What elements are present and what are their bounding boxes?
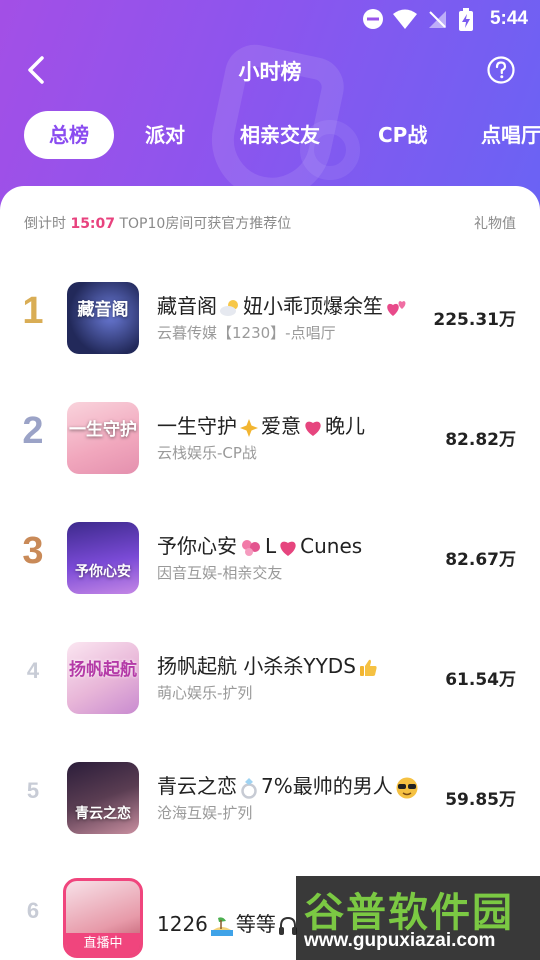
wifi-icon bbox=[393, 9, 417, 29]
cover-title: 藏音阁 bbox=[77, 300, 129, 320]
rank-number: 1 bbox=[22, 290, 44, 332]
gift-value: 61.54万 bbox=[445, 670, 516, 690]
cover-title: 青云之恋 bbox=[75, 806, 131, 822]
flower-petals-icon bbox=[242, 539, 260, 556]
rank-number: 6 bbox=[26, 898, 40, 923]
countdown-label: 倒计时 bbox=[24, 216, 66, 232]
site-watermark: 谷普软件园 www.gupuxiazai.com bbox=[296, 876, 540, 960]
two-hearts-icon bbox=[387, 300, 406, 316]
room-subtitle: 云栈娱乐-CP战 bbox=[157, 444, 257, 462]
ranking-row[interactable]: 4 扬帆起航 扬帆起航 小杀杀YYDS 萌心娱乐-扩列 61.54万 bbox=[0, 620, 540, 740]
room-subtitle: 因音互娱-相亲交友 bbox=[157, 564, 283, 582]
do-not-disturb-icon bbox=[363, 9, 383, 29]
headphones-icon bbox=[278, 916, 297, 935]
heart-icon bbox=[280, 541, 296, 556]
no-signal-icon bbox=[429, 11, 446, 28]
help-icon[interactable] bbox=[486, 55, 516, 85]
ranking-row[interactable]: 1 藏音阁 藏音阁 妞小乖顶爆余笙 云暮传媒【1230】-点唱厅 225.31万 bbox=[0, 260, 540, 380]
battery-charging-icon bbox=[459, 8, 473, 31]
room-subtitle: 萌心娱乐-扩列 bbox=[157, 684, 253, 702]
room-cover: 藏音阁 bbox=[67, 282, 139, 354]
watermark-url: www.gupuxiazai.com bbox=[304, 930, 496, 951]
room-name: 藏音阁 妞小乖顶爆余笙 bbox=[157, 290, 411, 319]
gift-value: 225.31万 bbox=[433, 310, 516, 330]
sun-cloud-icon bbox=[220, 299, 238, 316]
ranking-row[interactable]: 3 予你心安 予你心安 L Cunes 因音互娱-相亲交友 82.67万 bbox=[0, 500, 540, 620]
cover-title: 予你心安 bbox=[75, 564, 131, 580]
cool-sunglasses-icon bbox=[396, 777, 418, 798]
sparkle-icon bbox=[240, 418, 258, 437]
category-tabs: 总榜 派对 相亲交友 CP战 点唱厅 bbox=[0, 108, 540, 162]
tab-karaoke[interactable]: 点唱厅 bbox=[481, 111, 540, 159]
gift-value: 82.67万 bbox=[445, 550, 516, 570]
beach-icon bbox=[210, 916, 233, 936]
room-subtitle: 云暮传媒【1230】-点唱厅 bbox=[157, 324, 336, 342]
gift-value-label: 礼物值 bbox=[474, 216, 516, 232]
rank-number: 3 bbox=[22, 530, 44, 572]
ranking-subheader: 倒计时 15:07 TOP10房间可获官方推荐位 礼物值 bbox=[24, 213, 516, 233]
room-cover: 扬帆起航 bbox=[67, 642, 139, 714]
gift-value: 82.82万 bbox=[445, 430, 516, 450]
tab-party[interactable]: 派对 bbox=[145, 111, 185, 159]
tab-dating[interactable]: 相亲交友 bbox=[240, 111, 320, 159]
status-bar: 5:44 bbox=[0, 0, 540, 40]
cover-title: 扬帆起航 bbox=[69, 660, 137, 680]
live-badge: 直播中 bbox=[66, 933, 140, 955]
room-cover: 直播中 bbox=[63, 878, 143, 958]
cover-title: 一生守护 bbox=[69, 420, 137, 440]
rank-number: 5 bbox=[26, 778, 40, 803]
countdown-time: 15:07 bbox=[70, 216, 116, 232]
tab-cp-battle[interactable]: CP战 bbox=[378, 111, 427, 159]
ring-icon bbox=[241, 777, 257, 799]
room-name: 青云之恋 7%最帅的男人 bbox=[157, 770, 421, 799]
page-title: 小时榜 bbox=[238, 60, 302, 84]
gift-value: 59.85万 bbox=[445, 790, 516, 810]
room-cover: 青云之恋 bbox=[67, 762, 139, 834]
status-time: 5:44 bbox=[489, 8, 528, 29]
tab-all[interactable]: 总榜 bbox=[24, 111, 114, 159]
rank-number: 4 bbox=[26, 658, 40, 683]
room-name: 一生守护 爱意 晚儿 bbox=[157, 414, 365, 438]
room-cover: 一生守护 bbox=[67, 402, 139, 474]
ranking-row[interactable]: 5 青云之恋 青云之恋 7%最帅的男人 沧海互娱-扩列 59.85万 bbox=[0, 740, 540, 860]
room-name: 1226 等等 bbox=[157, 908, 300, 937]
rank-number: 2 bbox=[22, 410, 44, 452]
room-cover: 予你心安 bbox=[67, 522, 139, 594]
thumbs-up-icon bbox=[359, 659, 377, 676]
recommendation-notice: TOP10房间可获官方推荐位 bbox=[119, 216, 292, 232]
room-name: 扬帆起航 小杀杀YYDS bbox=[157, 650, 380, 679]
ranking-row[interactable]: 2 一生守护 一生守护 爱意 晚儿 云栈娱乐-CP战 82.82万 bbox=[0, 380, 540, 500]
room-name: 予你心安 L Cunes bbox=[157, 534, 363, 558]
room-subtitle: 沧海互娱-扩列 bbox=[157, 804, 253, 822]
heart-icon bbox=[305, 421, 321, 436]
